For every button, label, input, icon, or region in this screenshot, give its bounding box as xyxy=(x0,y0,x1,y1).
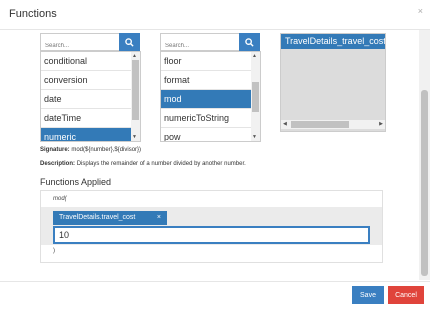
search-icon xyxy=(245,37,254,47)
scroll-down-icon[interactable]: ▼ xyxy=(132,134,137,140)
category-item[interactable]: conversion xyxy=(41,71,140,90)
preview-panel: TravelDetails_travel_cost ◀ ▶ xyxy=(280,33,386,132)
category-item[interactable]: dateTime xyxy=(41,109,140,128)
preview-scrollbar-thumb[interactable] xyxy=(291,121,349,128)
category-item[interactable]: conditional xyxy=(41,52,140,71)
header-divider xyxy=(0,29,430,30)
scroll-up-icon[interactable]: ▲ xyxy=(132,53,137,59)
function-scrollbar[interactable]: ▲ ▼ xyxy=(251,52,260,141)
function-closing: ) xyxy=(53,248,55,254)
preview-horizontal-scrollbar[interactable]: ◀ ▶ xyxy=(281,120,385,129)
category-scrollbar-thumb[interactable] xyxy=(132,60,139,120)
function-item[interactable]: pow xyxy=(161,128,260,141)
signature-label: Signature: xyxy=(40,147,70,153)
category-list: conditional conversion date dateTime num… xyxy=(40,51,141,142)
dialog-title: Functions xyxy=(9,8,57,20)
function-item[interactable]: format xyxy=(161,71,260,90)
footer-divider xyxy=(0,281,430,282)
argument-value-input[interactable] xyxy=(53,226,370,244)
description-label: Description: xyxy=(40,161,76,167)
function-item[interactable]: numericToString xyxy=(161,109,260,128)
function-scrollbar-thumb[interactable] xyxy=(252,82,259,112)
category-scrollbar[interactable]: ▲ ▼ xyxy=(131,52,140,141)
function-search-button[interactable] xyxy=(239,33,260,51)
close-icon[interactable]: × xyxy=(418,6,423,16)
function-list: floor format mod numericToString pow ▲ ▼ xyxy=(160,51,261,142)
functions-applied-box: mod( TravelDetails.travel_cost × ) xyxy=(40,190,383,263)
scroll-left-icon[interactable]: ◀ xyxy=(283,121,287,127)
functions-dialog: Functions × conditional conversion date … xyxy=(0,0,430,309)
remove-chip-icon[interactable]: × xyxy=(157,211,161,225)
functions-applied-title: Functions Applied xyxy=(40,177,112,187)
scroll-right-icon[interactable]: ▶ xyxy=(379,121,383,127)
scroll-down-icon[interactable]: ▼ xyxy=(252,134,257,140)
scroll-up-icon[interactable]: ▲ xyxy=(252,53,257,59)
signature-value: mod(${number},${divisor}) xyxy=(71,147,142,153)
function-item[interactable]: floor xyxy=(161,52,260,71)
category-search-button[interactable] xyxy=(119,33,140,51)
description-value: Displays the remainder of a number divid… xyxy=(76,161,246,167)
preview-field-header[interactable]: TravelDetails_travel_cost xyxy=(281,34,385,49)
function-name: mod( xyxy=(53,196,67,202)
description-line: Description: Displays the remainder of a… xyxy=(40,161,246,167)
cancel-button[interactable]: Cancel xyxy=(388,286,424,304)
field-chip[interactable]: TravelDetails.travel_cost × xyxy=(53,211,167,225)
category-item[interactable]: date xyxy=(41,90,140,109)
search-icon xyxy=(125,37,134,47)
save-button[interactable]: Save xyxy=(352,286,384,304)
function-item-selected[interactable]: mod xyxy=(161,90,260,109)
function-search xyxy=(160,33,240,54)
signature-line: Signature: mod(${number},${divisor}) xyxy=(40,147,141,153)
field-chip-label: TravelDetails.travel_cost xyxy=(59,214,136,221)
category-item-selected[interactable]: numeric xyxy=(41,128,140,141)
category-search xyxy=(40,33,120,54)
dialog-scrollbar-thumb[interactable] xyxy=(421,90,428,276)
